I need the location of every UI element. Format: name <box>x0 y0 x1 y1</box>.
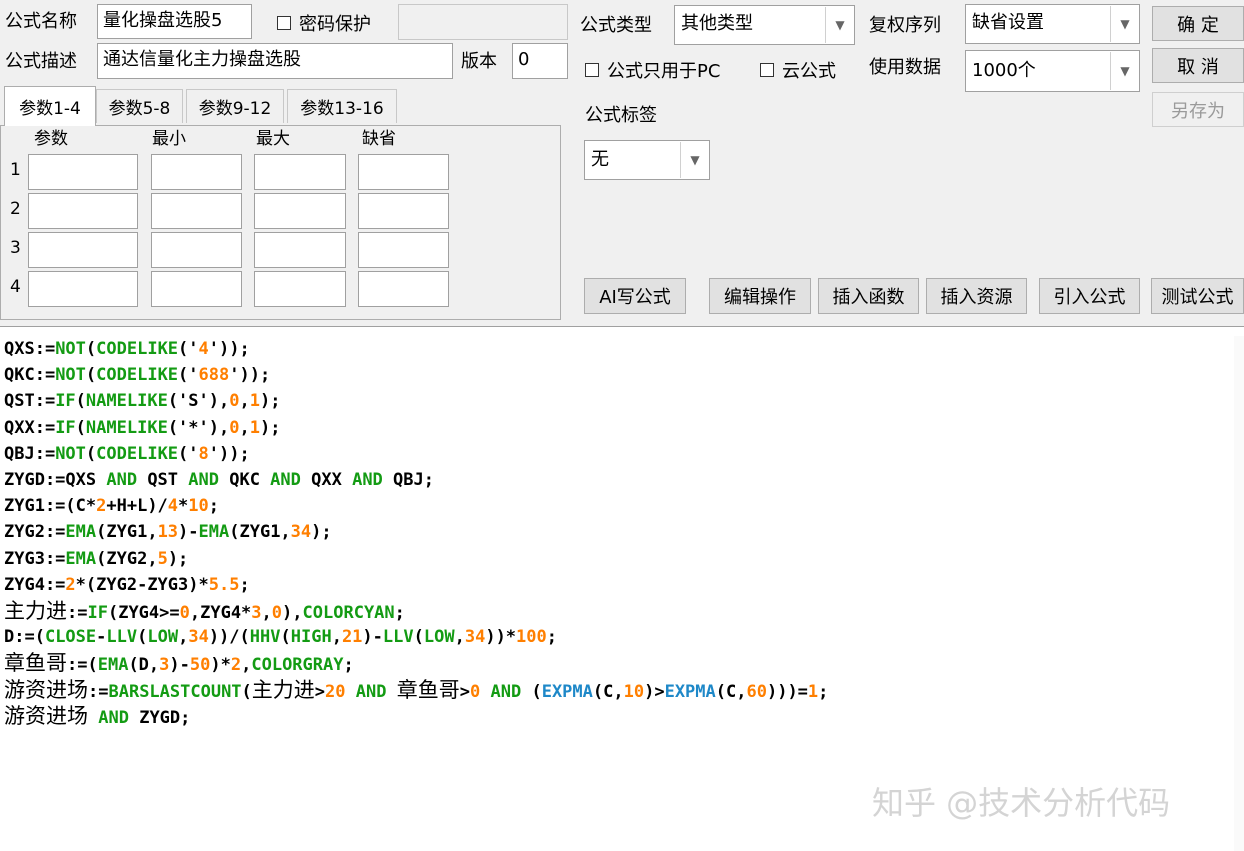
param-row-number: 3 <box>10 238 21 258</box>
param-default-cell[interactable] <box>358 193 449 229</box>
rights-series-value: 缺省设置 <box>972 12 1044 33</box>
cloud-formula-checkbox[interactable]: 云公式 <box>760 57 836 83</box>
formula-desc-label: 公式描述 <box>5 51 77 72</box>
vertical-scrollbar[interactable] <box>1234 336 1244 851</box>
cloud-formula-label: 云公式 <box>782 61 836 82</box>
param-col-header: 参数 <box>34 129 68 149</box>
param-name-cell[interactable] <box>28 232 138 268</box>
param-min-cell[interactable] <box>151 232 242 268</box>
formula-name-label: 公式名称 <box>5 11 77 32</box>
code-line: QKC:=NOT(CODELIKE('688')); <box>4 365 271 386</box>
code-line: ZYG1:=(C*2+H+L)/4*10; <box>4 496 220 517</box>
code-line: QBJ:=NOT(CODELIKE('8')); <box>4 443 250 464</box>
param-default-cell[interactable] <box>358 232 449 268</box>
max-col-header: 最大 <box>256 129 290 149</box>
param-default-cell[interactable] <box>358 154 449 190</box>
rights-series-label: 复权序列 <box>869 15 941 36</box>
code-line: ZYG4:=2*(ZYG2-ZYG3)*5.5; <box>4 574 250 595</box>
chevron-down-icon: ▼ <box>825 7 854 43</box>
use-data-value: 1000个 <box>972 60 1036 81</box>
code-line: ZYG3:=EMA(ZYG2,5); <box>4 548 189 569</box>
use-data-select[interactable]: 1000个 ▼ <box>965 50 1140 92</box>
checkbox-box <box>277 16 291 30</box>
password-input[interactable] <box>398 4 568 40</box>
test-formula-button[interactable]: 测试公式 <box>1151 278 1244 314</box>
checkbox-box <box>760 63 774 77</box>
formula-tag-label: 公式标签 <box>585 105 657 126</box>
import-formula-button[interactable]: 引入公式 <box>1039 278 1140 314</box>
watermark: 知乎 @技术分析代码 <box>872 784 1171 822</box>
code-line: D:=(CLOSE-LLV(LOW,34))/(HHV(HIGH,21)-LLV… <box>4 627 558 648</box>
password-protect-checkbox[interactable]: 密码保护 <box>277 10 371 36</box>
chevron-down-icon: ▼ <box>1110 52 1139 90</box>
ok-button[interactable]: 确 定 <box>1152 6 1244 41</box>
tab-params-5-8[interactable]: 参数5-8 <box>96 89 183 123</box>
rights-series-select[interactable]: 缺省设置 ▼ <box>965 4 1140 44</box>
insert-resource-button[interactable]: 插入资源 <box>926 278 1027 314</box>
edit-operations-button[interactable]: 编辑操作 <box>709 278 811 314</box>
code-line: ZYG2:=EMA(ZYG1,13)-EMA(ZYG1,34); <box>4 522 332 543</box>
code-line: 游资进场:=BARSLASTCOUNT(主力进>20 AND 章鱼哥>0 AND… <box>4 677 829 702</box>
param-row-number: 2 <box>10 199 21 219</box>
formula-tag-value: 无 <box>591 149 609 170</box>
param-row-number: 4 <box>10 277 21 297</box>
code-line: 游资进场 AND ZYGD; <box>4 703 191 728</box>
tab-params-13-16[interactable]: 参数13-16 <box>287 89 397 123</box>
param-max-cell[interactable] <box>254 271 346 307</box>
param-max-cell[interactable] <box>254 193 346 229</box>
param-name-cell[interactable] <box>28 193 138 229</box>
code-line: ZYGD:=QXS AND QST AND QKC AND QXX AND QB… <box>4 470 434 490</box>
ai-write-formula-button[interactable]: AI写公式 <box>584 278 686 314</box>
code-line: QXS:=NOT(CODELIKE('4')); <box>4 339 250 359</box>
formula-tag-select[interactable]: 无 ▼ <box>584 140 710 180</box>
code-line: QST:=IF(NAMELIKE('S'),0,1); <box>4 391 281 412</box>
formula-type-value: 其他类型 <box>681 13 753 34</box>
use-data-label: 使用数据 <box>869 57 941 78</box>
password-protect-label: 密码保护 <box>299 14 371 35</box>
code-line: 主力进:=IF(ZYG4>=0,ZYG4*3,0),COLORCYAN; <box>4 599 405 623</box>
cancel-button[interactable]: 取 消 <box>1152 48 1244 83</box>
default-col-header: 缺省 <box>362 129 396 149</box>
version-label: 版本 <box>461 51 497 72</box>
param-row-number: 1 <box>10 160 21 180</box>
param-min-cell[interactable] <box>151 154 242 190</box>
param-max-cell[interactable] <box>254 154 346 190</box>
version-input[interactable]: 0 <box>512 43 568 79</box>
formula-type-label: 公式类型 <box>580 15 652 36</box>
pc-only-label: 公式只用于PC <box>607 61 721 82</box>
min-col-header: 最小 <box>152 129 186 149</box>
formula-name-input[interactable]: 量化操盘选股5 <box>97 4 252 39</box>
code-line: 章鱼哥:=(EMA(D,3)-50)*2,COLORGRAY; <box>4 651 354 676</box>
chevron-down-icon: ▼ <box>680 142 709 178</box>
pc-only-checkbox[interactable]: 公式只用于PC <box>585 57 720 83</box>
chevron-down-icon: ▼ <box>1110 6 1139 42</box>
checkbox-box <box>585 63 599 77</box>
param-min-cell[interactable] <box>151 193 242 229</box>
insert-function-button[interactable]: 插入函数 <box>818 278 919 314</box>
tab-params-9-12[interactable]: 参数9-12 <box>186 89 284 123</box>
code-line: QXX:=IF(NAMELIKE('*'),0,1); <box>4 417 281 438</box>
param-min-cell[interactable] <box>151 271 242 307</box>
param-default-cell[interactable] <box>358 271 449 307</box>
param-name-cell[interactable] <box>28 271 138 307</box>
formula-type-select[interactable]: 其他类型 ▼ <box>674 5 855 45</box>
param-name-cell[interactable] <box>28 154 138 190</box>
save-as-button[interactable]: 另存为 <box>1152 92 1244 127</box>
param-max-cell[interactable] <box>254 232 346 268</box>
tab-params-1-4[interactable]: 参数1-4 <box>4 86 96 126</box>
formula-desc-input[interactable]: 通达信量化主力操盘选股 <box>97 43 453 79</box>
